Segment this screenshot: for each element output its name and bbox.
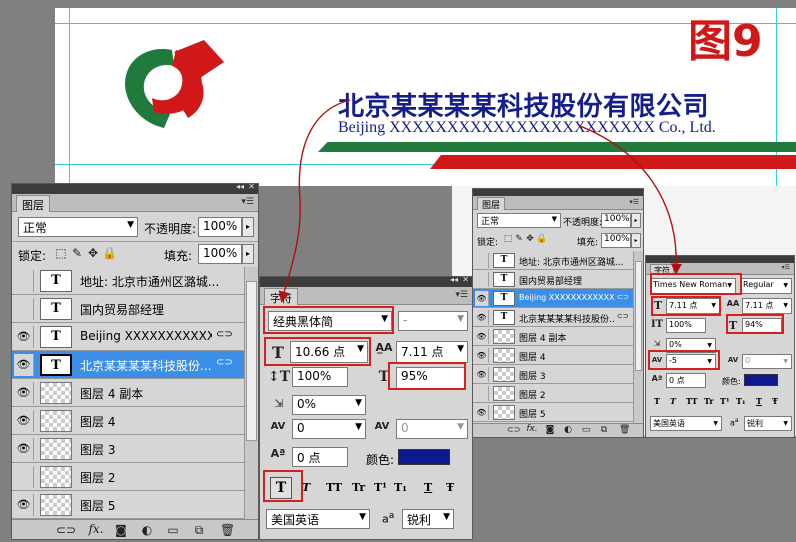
annotation-arrows: [278, 99, 683, 303]
arrow-cn-title: [278, 99, 351, 303]
arrow-en-title: [579, 125, 683, 275]
